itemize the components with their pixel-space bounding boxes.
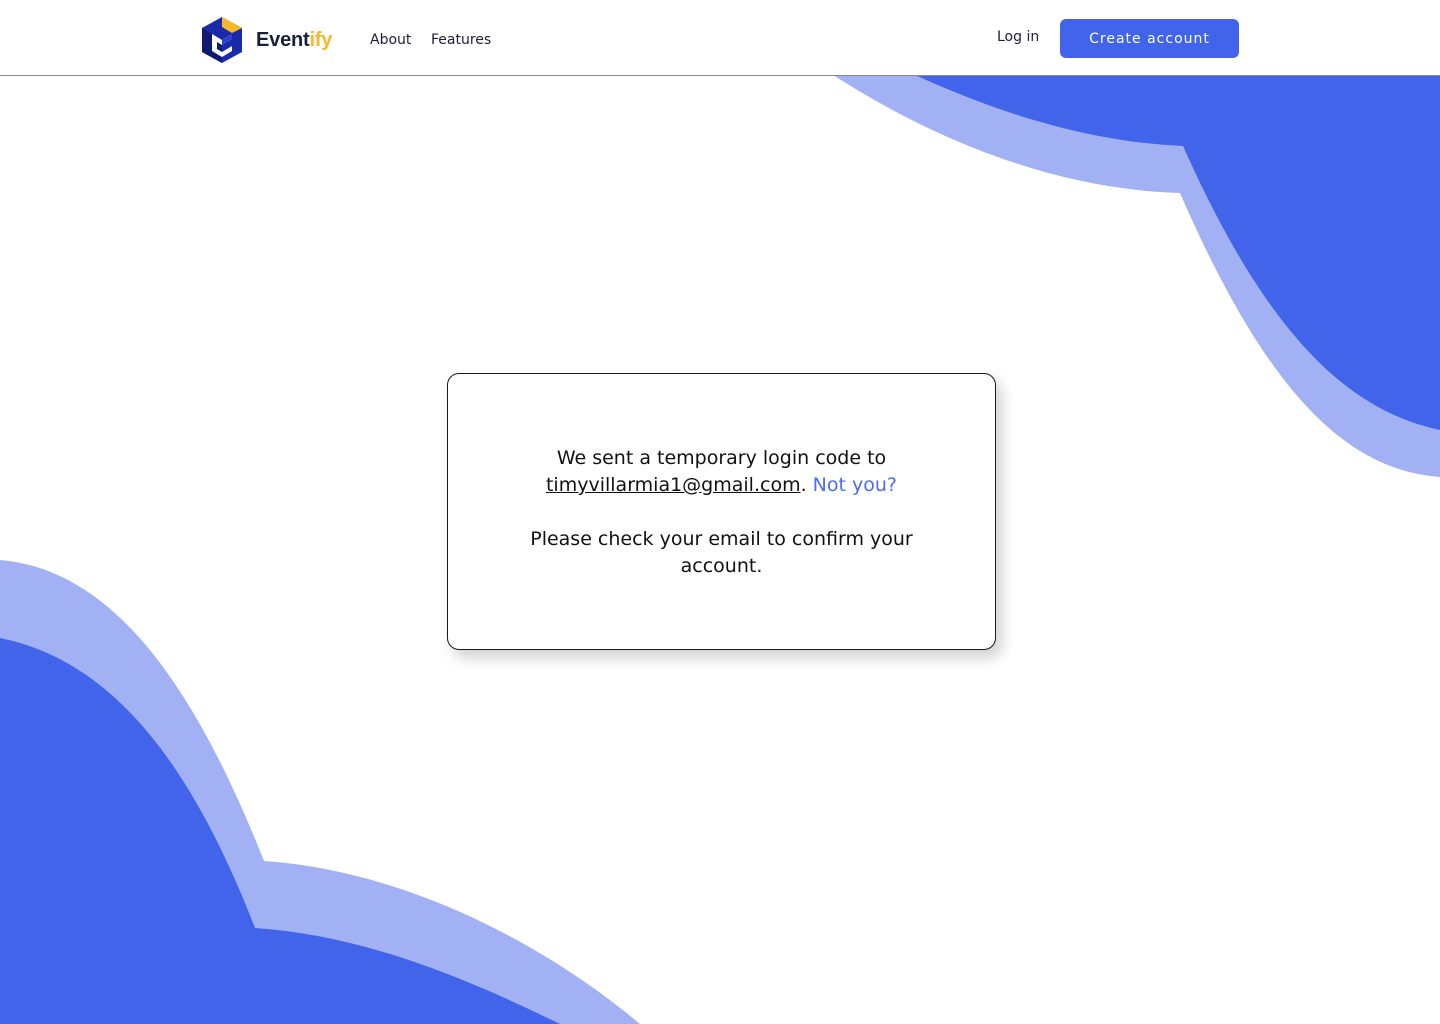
top-navbar: Eventify About Features Log in Create ac…: [0, 0, 1440, 76]
nav-about-link[interactable]: About: [370, 30, 411, 50]
eventify-cube-logo-icon[interactable]: [200, 15, 244, 65]
email-link[interactable]: timyvillarmia1@gmail.com: [546, 474, 801, 496]
brand-name-part2: ify: [309, 29, 333, 51]
brand-name-part1: Event: [256, 29, 310, 51]
nav-features-link[interactable]: Features: [431, 30, 491, 50]
login-link[interactable]: Log in: [997, 27, 1039, 47]
email-period: .: [800, 474, 807, 496]
brand-name[interactable]: Eventify: [256, 26, 332, 54]
not-you-link[interactable]: Not you?: [813, 474, 897, 496]
check-email-message: Please check your email to confirm your …: [530, 528, 913, 577]
login-code-text: We sent a temporary login code to: [556, 447, 887, 469]
page: Eventify About Features Log in Create ac…: [0, 0, 1440, 1024]
login-code-message: We sent a temporary login code to timyvi…: [448, 445, 995, 499]
create-account-button[interactable]: Create account: [1060, 19, 1239, 58]
confirmation-card: We sent a temporary login code to timyvi…: [447, 373, 996, 650]
